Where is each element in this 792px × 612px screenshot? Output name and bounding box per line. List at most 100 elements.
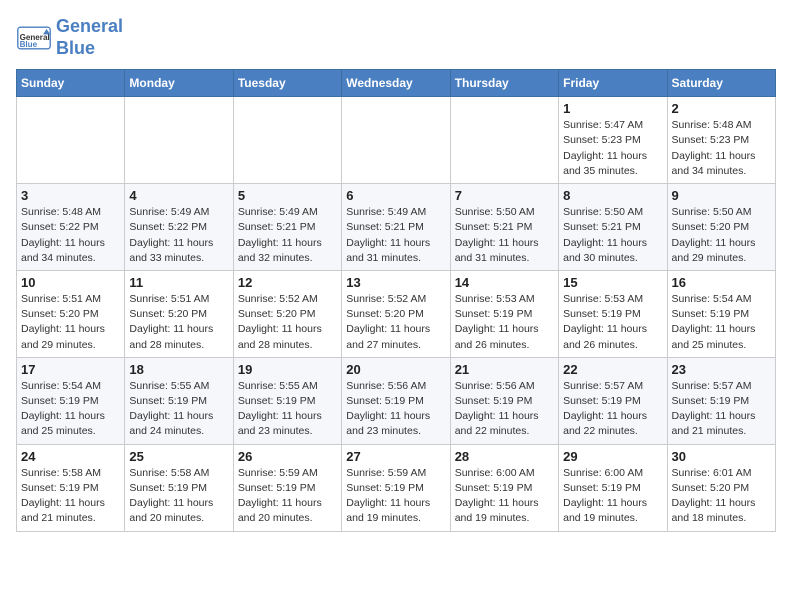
calendar-week-row: 24Sunrise: 5:58 AM Sunset: 5:19 PM Dayli…: [17, 444, 776, 531]
day-info: Sunrise: 5:51 AM Sunset: 5:20 PM Dayligh…: [21, 292, 120, 353]
day-of-week-header: Friday: [559, 70, 667, 97]
logo: General Blue GeneralBlue: [16, 16, 123, 59]
calendar-cell: 9 Sunrise: 5:50 AM Sunset: 5:20 PM Daylig…: [667, 184, 775, 271]
day-number: 23: [672, 362, 771, 377]
day-number: 17: [21, 362, 120, 377]
calendar-cell: 24Sunrise: 5:58 AM Sunset: 5:19 PM Dayli…: [17, 444, 125, 531]
day-info: Sunrise: 5:58 AM Sunset: 5:19 PM Dayligh…: [21, 466, 120, 527]
day-info: Sunrise: 5:58 AM Sunset: 5:19 PM Dayligh…: [129, 466, 228, 527]
logo-icon: General Blue: [16, 20, 52, 56]
day-info: Sunrise: 5:53 AM Sunset: 5:19 PM Dayligh…: [455, 292, 554, 353]
day-number: 26: [238, 449, 337, 464]
day-number: 5: [238, 188, 337, 203]
day-number: 9: [672, 188, 771, 203]
calendar-cell: 15 Sunrise: 5:53 AM Sunset: 5:19 PM Dayli…: [559, 270, 667, 357]
day-number: 22: [563, 362, 662, 377]
calendar-cell: 16Sunrise: 5:54 AM Sunset: 5:19 PM Dayli…: [667, 270, 775, 357]
day-of-week-header: Saturday: [667, 70, 775, 97]
day-number: 27: [346, 449, 445, 464]
calendar-cell: 20 Sunrise: 5:56 AM Sunset: 5:19 PM Dayli…: [342, 357, 450, 444]
day-info: Sunrise: 5:56 AM Sunset: 5:19 PM Dayligh…: [346, 379, 445, 440]
day-number: 25: [129, 449, 228, 464]
calendar-cell: 8Sunrise: 5:50 AM Sunset: 5:21 PM Daylig…: [559, 184, 667, 271]
day-number: 19: [238, 362, 337, 377]
day-info: Sunrise: 6:01 AM Sunset: 5:20 PM Dayligh…: [672, 466, 771, 527]
day-info: Sunrise: 6:00 AM Sunset: 5:19 PM Dayligh…: [455, 466, 554, 527]
day-number: 20: [346, 362, 445, 377]
day-info: Sunrise: 5:49 AM Sunset: 5:21 PM Dayligh…: [238, 205, 337, 266]
day-number: 30: [672, 449, 771, 464]
calendar-week-row: 3 Sunrise: 5:48 AM Sunset: 5:22 PM Daylig…: [17, 184, 776, 271]
day-number: 21: [455, 362, 554, 377]
day-info: Sunrise: 5:54 AM Sunset: 5:19 PM Dayligh…: [672, 292, 771, 353]
day-info: Sunrise: 5:59 AM Sunset: 5:19 PM Dayligh…: [346, 466, 445, 527]
day-info: Sunrise: 5:53 AM Sunset: 5:19 PM Dayligh…: [563, 292, 662, 353]
day-info: Sunrise: 5:56 AM Sunset: 5:19 PM Dayligh…: [455, 379, 554, 440]
logo-text: GeneralBlue: [56, 16, 123, 59]
calendar-cell: 25 Sunrise: 5:58 AM Sunset: 5:19 PM Dayli…: [125, 444, 233, 531]
page-header: General Blue GeneralBlue: [16, 16, 776, 59]
calendar-cell: 2 Sunrise: 5:48 AM Sunset: 5:23 PM Daylig…: [667, 97, 775, 184]
calendar-cell: 5 Sunrise: 5:49 AM Sunset: 5:21 PM Daylig…: [233, 184, 341, 271]
day-info: Sunrise: 5:48 AM Sunset: 5:22 PM Dayligh…: [21, 205, 120, 266]
day-number: 3: [21, 188, 120, 203]
day-number: 6: [346, 188, 445, 203]
calendar-table: SundayMondayTuesdayWednesdayThursdayFrid…: [16, 69, 776, 531]
day-info: Sunrise: 6:00 AM Sunset: 5:19 PM Dayligh…: [563, 466, 662, 527]
calendar-cell: 26 Sunrise: 5:59 AM Sunset: 5:19 PM Dayli…: [233, 444, 341, 531]
calendar-cell: [17, 97, 125, 184]
calendar-week-row: 10 Sunrise: 5:51 AM Sunset: 5:20 PM Dayli…: [17, 270, 776, 357]
day-number: 14: [455, 275, 554, 290]
day-number: 15: [563, 275, 662, 290]
calendar-cell: 11 Sunrise: 5:51 AM Sunset: 5:20 PM Dayli…: [125, 270, 233, 357]
calendar-cell: 22 Sunrise: 5:57 AM Sunset: 5:19 PM Dayli…: [559, 357, 667, 444]
day-info: Sunrise: 5:49 AM Sunset: 5:21 PM Dayligh…: [346, 205, 445, 266]
calendar-cell: [342, 97, 450, 184]
day-of-week-header: Wednesday: [342, 70, 450, 97]
day-number: 7: [455, 188, 554, 203]
calendar-cell: [233, 97, 341, 184]
day-number: 10: [21, 275, 120, 290]
calendar-cell: 13 Sunrise: 5:52 AM Sunset: 5:20 PM Dayli…: [342, 270, 450, 357]
calendar-cell: 29 Sunrise: 6:00 AM Sunset: 5:19 PM Dayli…: [559, 444, 667, 531]
calendar-cell: 27 Sunrise: 5:59 AM Sunset: 5:19 PM Dayli…: [342, 444, 450, 531]
day-info: Sunrise: 5:57 AM Sunset: 5:19 PM Dayligh…: [563, 379, 662, 440]
day-info: Sunrise: 5:49 AM Sunset: 5:22 PM Dayligh…: [129, 205, 228, 266]
day-number: 12: [238, 275, 337, 290]
day-number: 28: [455, 449, 554, 464]
day-number: 2: [672, 101, 771, 116]
day-info: Sunrise: 5:52 AM Sunset: 5:20 PM Dayligh…: [238, 292, 337, 353]
day-info: Sunrise: 5:50 AM Sunset: 5:21 PM Dayligh…: [563, 205, 662, 266]
day-number: 29: [563, 449, 662, 464]
calendar-cell: 21 Sunrise: 5:56 AM Sunset: 5:19 PM Dayli…: [450, 357, 558, 444]
day-info: Sunrise: 5:57 AM Sunset: 5:19 PM Dayligh…: [672, 379, 771, 440]
calendar-cell: [450, 97, 558, 184]
calendar-cell: 18 Sunrise: 5:55 AM Sunset: 5:19 PM Dayli…: [125, 357, 233, 444]
calendar-cell: 10 Sunrise: 5:51 AM Sunset: 5:20 PM Dayli…: [17, 270, 125, 357]
calendar-cell: 23 Sunrise: 5:57 AM Sunset: 5:19 PM Dayli…: [667, 357, 775, 444]
calendar-cell: 28 Sunrise: 6:00 AM Sunset: 5:19 PM Dayli…: [450, 444, 558, 531]
calendar-cell: 17Sunrise: 5:54 AM Sunset: 5:19 PM Dayli…: [17, 357, 125, 444]
day-number: 13: [346, 275, 445, 290]
calendar-cell: 19Sunrise: 5:55 AM Sunset: 5:19 PM Dayli…: [233, 357, 341, 444]
day-info: Sunrise: 5:47 AM Sunset: 5:23 PM Dayligh…: [563, 118, 662, 179]
day-info: Sunrise: 5:50 AM Sunset: 5:20 PM Dayligh…: [672, 205, 771, 266]
calendar-cell: 7 Sunrise: 5:50 AM Sunset: 5:21 PM Daylig…: [450, 184, 558, 271]
day-of-week-header: Sunday: [17, 70, 125, 97]
calendar-cell: 4Sunrise: 5:49 AM Sunset: 5:22 PM Daylig…: [125, 184, 233, 271]
day-info: Sunrise: 5:51 AM Sunset: 5:20 PM Dayligh…: [129, 292, 228, 353]
day-number: 18: [129, 362, 228, 377]
day-info: Sunrise: 5:50 AM Sunset: 5:21 PM Dayligh…: [455, 205, 554, 266]
day-info: Sunrise: 5:52 AM Sunset: 5:20 PM Dayligh…: [346, 292, 445, 353]
calendar-cell: 14 Sunrise: 5:53 AM Sunset: 5:19 PM Dayli…: [450, 270, 558, 357]
calendar-cell: 12 Sunrise: 5:52 AM Sunset: 5:20 PM Dayli…: [233, 270, 341, 357]
day-of-week-header: Thursday: [450, 70, 558, 97]
calendar-week-row: 17Sunrise: 5:54 AM Sunset: 5:19 PM Dayli…: [17, 357, 776, 444]
day-number: 11: [129, 275, 228, 290]
day-info: Sunrise: 5:55 AM Sunset: 5:19 PM Dayligh…: [129, 379, 228, 440]
day-of-week-header: Monday: [125, 70, 233, 97]
calendar-cell: [125, 97, 233, 184]
day-info: Sunrise: 5:59 AM Sunset: 5:19 PM Dayligh…: [238, 466, 337, 527]
svg-text:Blue: Blue: [20, 40, 38, 49]
day-info: Sunrise: 5:48 AM Sunset: 5:23 PM Dayligh…: [672, 118, 771, 179]
